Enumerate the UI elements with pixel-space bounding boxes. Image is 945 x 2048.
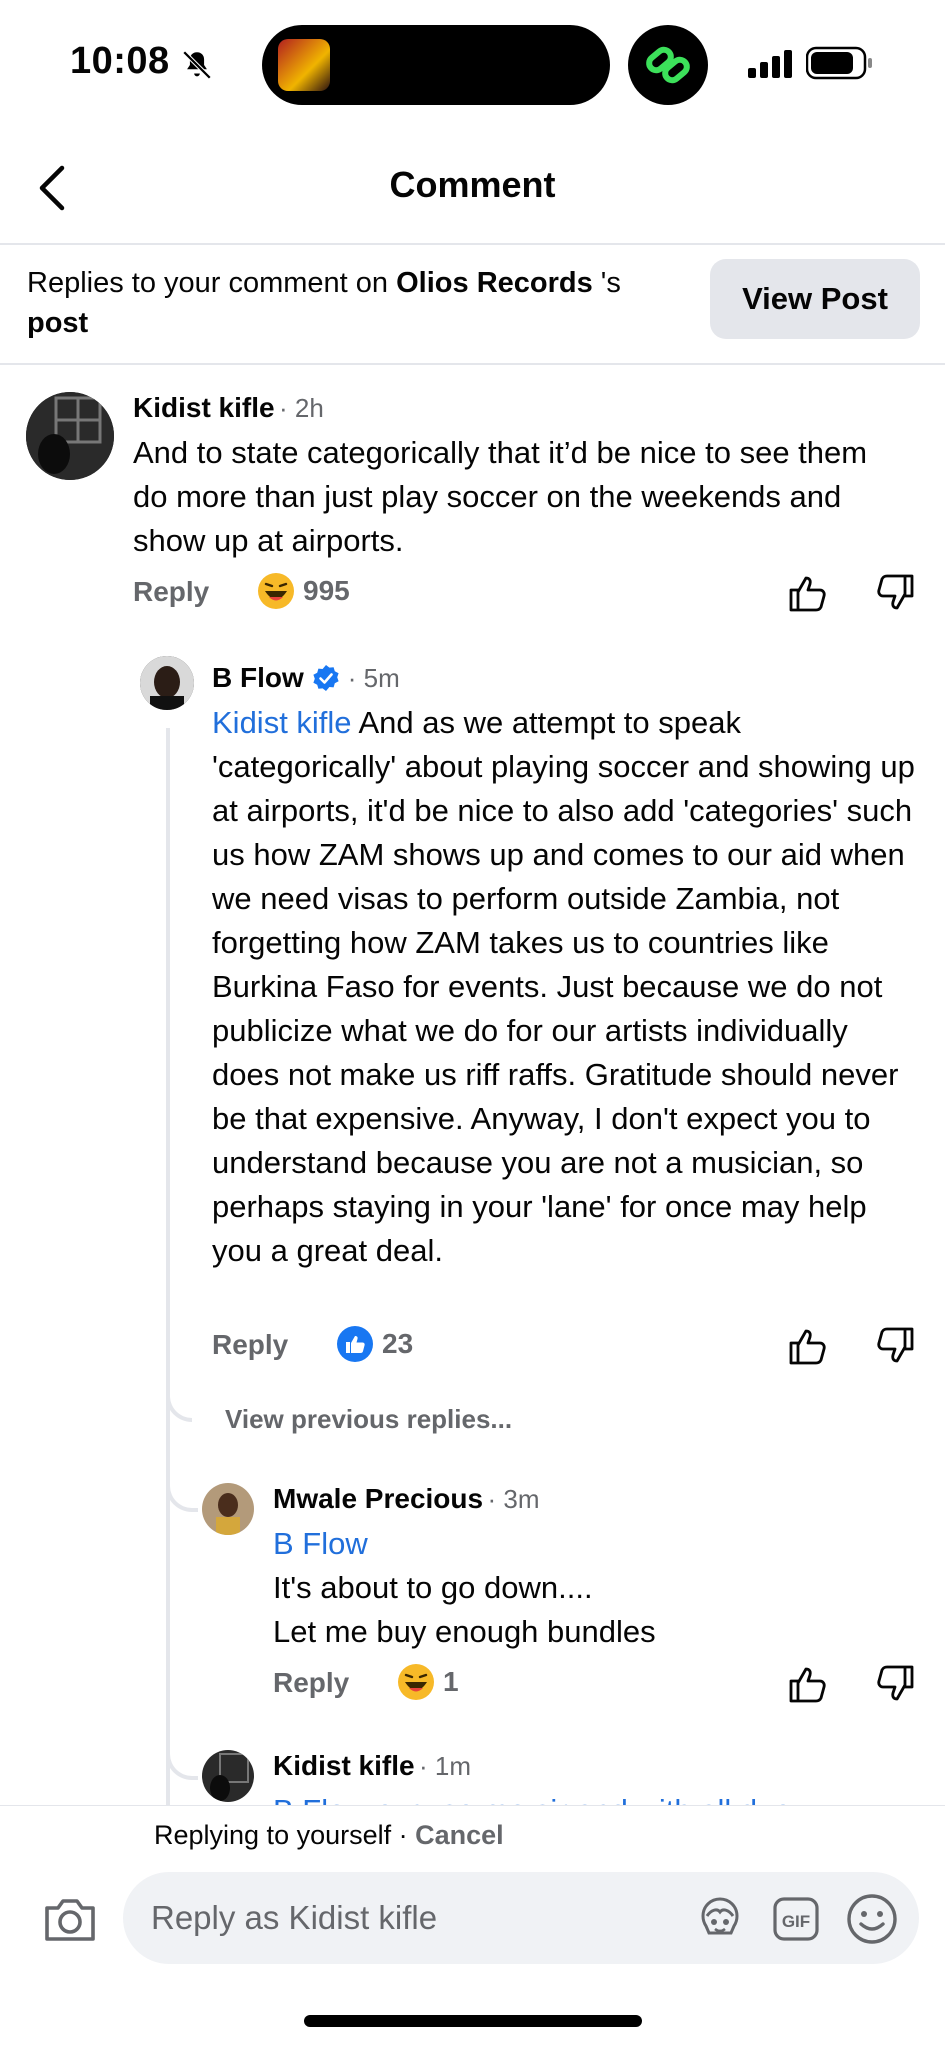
status-time: 10:08	[70, 40, 170, 82]
comment-time: · 5m	[347, 662, 400, 693]
comment-time: · 3m	[487, 1484, 540, 1514]
context-text: Replies to your comment on Olios Records…	[27, 267, 621, 339]
comment-header: Kidist kifle · 2h	[133, 392, 324, 424]
like-reaction-icon	[337, 1326, 373, 1362]
avatar[interactable]	[140, 656, 194, 710]
haha-emoji-icon	[398, 1664, 434, 1700]
comment-header: Mwale Precious · 3m	[273, 1483, 540, 1515]
bell-muted-icon	[182, 50, 212, 80]
battery-icon	[806, 46, 872, 80]
dynamic-island	[262, 25, 610, 105]
thumbs-up-icon[interactable]	[787, 572, 829, 614]
avatar[interactable]	[26, 392, 114, 480]
reaction-summary[interactable]: 23	[336, 1325, 413, 1363]
comment-header: Kidist kifle · 1m	[273, 1750, 471, 1782]
context-bar: Replies to your comment on Olios Records…	[0, 245, 945, 365]
reply-button[interactable]: Reply	[133, 576, 209, 608]
cancel-reply-button[interactable]: Cancel	[415, 1820, 504, 1850]
now-playing-artwork	[278, 39, 330, 91]
avatar[interactable]	[202, 1483, 254, 1535]
comment-actions: Reply 23	[212, 1325, 916, 1369]
comment-author[interactable]: B Flow	[212, 662, 304, 694]
verified-badge-icon	[313, 665, 339, 691]
thumbs-down-icon[interactable]	[874, 1325, 916, 1367]
reply-button[interactable]: Reply	[273, 1667, 349, 1699]
comment-author[interactable]: Kidist kifle	[273, 1750, 415, 1781]
gif-icon[interactable]: GIF	[771, 1894, 821, 1944]
reaction-summary[interactable]: 1	[397, 1663, 459, 1701]
status-bar: 10:08	[0, 0, 945, 130]
comment-actions: Reply 1	[273, 1663, 916, 1707]
thumbs-down-icon[interactable]	[874, 572, 916, 614]
comment-text: B Flow It's about to go down.... Let me …	[273, 1522, 913, 1654]
thread-connector	[166, 1482, 198, 1512]
comment-author[interactable]: Kidist kifle	[133, 392, 275, 423]
thumbs-up-icon[interactable]	[787, 1325, 829, 1367]
comment-text: Kidist kifle And as we attempt to speak …	[212, 705, 915, 1268]
header: Comment	[0, 130, 945, 245]
page-name-link[interactable]: Olios Records	[396, 267, 593, 299]
thumbs-up-icon[interactable]	[787, 1663, 829, 1705]
comment-time: · 1m	[419, 1751, 472, 1781]
link-activity-icon	[628, 25, 708, 105]
reaction-summary[interactable]: 995	[257, 572, 350, 610]
reaction-count: 1	[443, 1666, 459, 1697]
reaction-count: 995	[303, 575, 350, 606]
mention-link[interactable]: Kidist kifle	[212, 705, 352, 740]
svg-text:GIF: GIF	[782, 1912, 810, 1931]
home-indicator	[304, 2015, 642, 2027]
thread-connector	[166, 1750, 198, 1780]
comment-time: · 2h	[279, 393, 324, 423]
comment-actions: Reply 995	[133, 572, 916, 616]
view-previous-replies-link[interactable]: View previous replies...	[225, 1404, 512, 1435]
reply-input[interactable]	[151, 1892, 671, 1944]
comment-author[interactable]: Mwale Precious	[273, 1483, 483, 1514]
signal-icon	[748, 50, 792, 78]
haha-emoji-icon	[258, 573, 294, 609]
reply-button[interactable]: Reply	[212, 1329, 288, 1361]
avatar-sticker-icon[interactable]	[695, 1894, 745, 1944]
comment-header: B Flow · 5m	[212, 662, 400, 694]
emoji-icon[interactable]	[845, 1892, 899, 1946]
replying-to-label: Replying to yourself · Cancel	[154, 1820, 504, 1850]
thread-line	[166, 728, 170, 1808]
reply-composer: Replying to yourself · Cancel GIF	[0, 1805, 945, 2048]
reply-input-container: GIF	[123, 1872, 919, 1964]
thumbs-down-icon[interactable]	[874, 1663, 916, 1705]
mention-link[interactable]: B Flow	[273, 1522, 913, 1566]
page-title: Comment	[389, 164, 556, 205]
camera-icon[interactable]	[42, 1894, 98, 1944]
reaction-count: 23	[382, 1328, 414, 1359]
comment-text: And to state categorically that it’d be …	[133, 435, 868, 558]
avatar[interactable]	[202, 1750, 254, 1802]
view-post-button[interactable]: View Post	[710, 259, 920, 339]
